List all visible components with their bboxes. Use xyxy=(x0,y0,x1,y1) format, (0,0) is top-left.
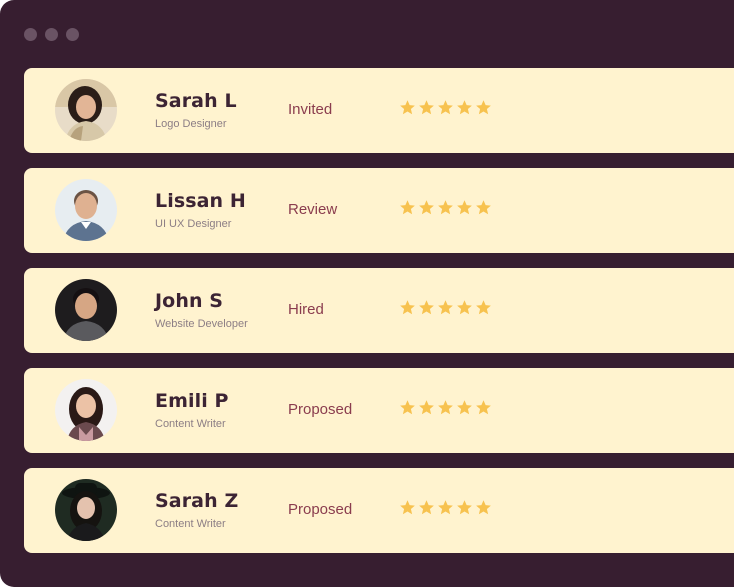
window-dot-icon[interactable] xyxy=(66,28,79,41)
app-window: Sarah L Logo Designer Invited Lissan H U… xyxy=(0,0,734,587)
avatar xyxy=(55,479,117,541)
star-icon xyxy=(475,299,492,316)
star-icon xyxy=(475,499,492,516)
candidate-name: Sarah Z xyxy=(155,490,239,512)
star-icon xyxy=(437,399,454,416)
star-icon xyxy=(399,199,416,216)
candidate-role: UI UX Designer xyxy=(155,218,232,230)
star-icon xyxy=(418,299,435,316)
candidate-role: Logo Designer xyxy=(155,118,227,130)
candidate-card[interactable]: Lissan H UI UX Designer Review xyxy=(24,168,734,253)
candidate-name: Lissan H xyxy=(155,190,246,212)
star-icon xyxy=(399,99,416,116)
avatar-photo-woman-icon xyxy=(55,379,117,441)
star-rating xyxy=(399,399,492,416)
window-dot-icon[interactable] xyxy=(24,28,37,41)
candidate-card[interactable]: Sarah L Logo Designer Invited xyxy=(24,68,734,153)
star-icon xyxy=(399,499,416,516)
candidate-status: Proposed xyxy=(288,501,353,518)
star-icon xyxy=(399,299,416,316)
candidate-name: Sarah L xyxy=(155,90,237,112)
star-icon xyxy=(456,99,473,116)
candidate-status: Review xyxy=(288,201,338,218)
candidate-list: Sarah L Logo Designer Invited Lissan H U… xyxy=(24,68,734,568)
star-rating xyxy=(399,499,492,516)
candidate-role: Content Writer xyxy=(155,418,226,430)
star-rating xyxy=(399,199,492,216)
window-dot-icon[interactable] xyxy=(45,28,58,41)
star-icon xyxy=(437,299,454,316)
candidate-role: Website Developer xyxy=(155,318,248,330)
star-icon xyxy=(456,299,473,316)
candidate-card[interactable]: Sarah Z Content Writer Proposed xyxy=(24,468,734,553)
avatar xyxy=(55,379,117,441)
star-icon xyxy=(418,199,435,216)
star-icon xyxy=(475,399,492,416)
avatar xyxy=(55,179,117,241)
star-icon xyxy=(475,99,492,116)
star-icon xyxy=(437,199,454,216)
star-icon xyxy=(399,399,416,416)
star-icon xyxy=(437,99,454,116)
candidate-role: Content Writer xyxy=(155,518,226,530)
star-icon xyxy=(456,399,473,416)
candidate-status: Hired xyxy=(288,301,324,318)
candidate-name: Emili P xyxy=(155,390,229,412)
star-rating xyxy=(399,99,492,116)
candidate-card[interactable]: Emili P Content Writer Proposed xyxy=(24,368,734,453)
avatar-photo-man-icon xyxy=(55,279,117,341)
star-icon xyxy=(437,499,454,516)
star-icon xyxy=(418,399,435,416)
avatar-photo-woman-icon xyxy=(55,79,117,141)
star-icon xyxy=(418,99,435,116)
star-rating xyxy=(399,299,492,316)
candidate-name: John S xyxy=(155,290,224,312)
avatar-photo-man-icon xyxy=(55,179,117,241)
candidate-status: Proposed xyxy=(288,401,353,418)
star-icon xyxy=(456,499,473,516)
window-controls xyxy=(24,28,79,41)
star-icon xyxy=(475,199,492,216)
candidate-status: Invited xyxy=(288,101,333,118)
avatar xyxy=(55,279,117,341)
candidate-card[interactable]: John S Website Developer Hired xyxy=(24,268,734,353)
star-icon xyxy=(418,499,435,516)
star-icon xyxy=(456,199,473,216)
avatar-photo-woman-icon xyxy=(55,479,117,541)
avatar xyxy=(55,79,117,141)
